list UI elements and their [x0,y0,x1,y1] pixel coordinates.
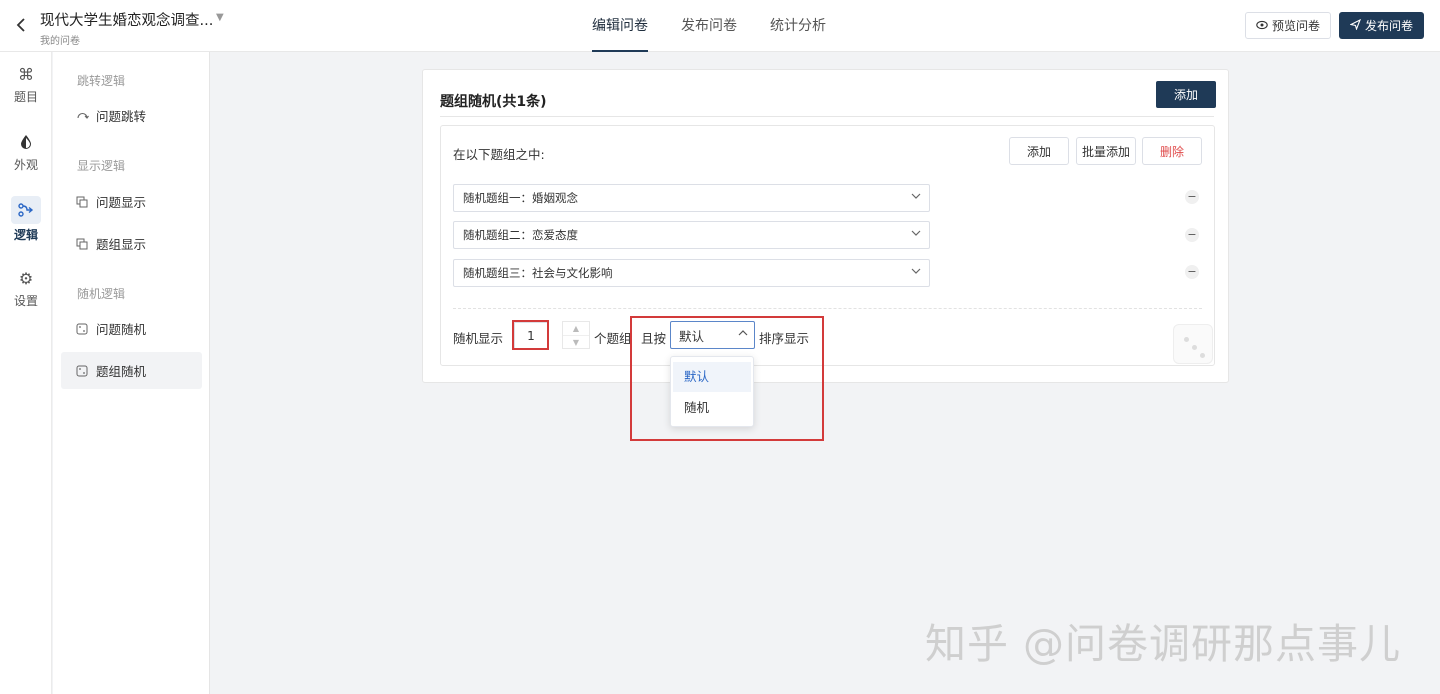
logic-icon [11,196,41,224]
nav-label: 逻辑 [13,228,38,242]
drop-icon [17,134,35,152]
group-select-value: 随机题组三：社会与文化影响 [463,266,613,280]
preview-label: 预览问卷 [1271,19,1320,33]
command-icon: ⌘ [18,65,34,84]
remove-group-icon[interactable]: − [1185,265,1199,279]
copy-icon [75,195,89,209]
chevron-down-icon [911,229,921,240]
gear-icon: ⚙ [18,269,34,288]
breadcrumb[interactable]: 我的问卷 [40,32,80,47]
remove-group-icon[interactable]: − [1185,190,1199,204]
stepper-down-icon[interactable]: ▼ [563,335,589,348]
group-select-3[interactable]: 随机题组三：社会与文化影响 [453,259,930,287]
nav-item-logic[interactable]: 逻辑 [0,196,52,243]
sidebar-item-label: 问题显示 [96,195,147,210]
tab-publish[interactable]: 发布问卷 [681,0,737,52]
delete-button[interactable]: 删除 [1142,137,1202,165]
sidebar-item-question-jump[interactable]: 问题跳转 [61,97,202,134]
nav-item-questions[interactable]: ⌘ 题目 [0,66,52,105]
watermark: 知乎 @问卷调研那点事儿 [925,620,1402,668]
divider [440,116,1214,117]
group-select-2[interactable]: 随机题组二：恋爱态度 [453,221,930,249]
survey-title[interactable]: 现代大学生婚恋观念调查... [40,9,213,30]
sidebar-item-question-random[interactable]: 问题随机 [61,310,202,347]
chevron-down-icon [911,192,921,203]
icon-sidebar: ⌘ 题目 外观 逻辑 ⚙ 设置 [0,52,52,694]
section-jump-logic: 跳转逻辑 [77,74,126,88]
add-rule-button[interactable]: 添加 [1156,81,1216,108]
sidebar-item-group-display[interactable]: 题组显示 [61,225,202,262]
publish-label: 发布问卷 [1364,19,1413,33]
tab-stats[interactable]: 统计分析 [770,0,826,52]
copy-icon [75,237,89,251]
card-title: 题组随机(共1条) [440,94,547,110]
sidebar-item-label: 问题随机 [96,322,147,337]
batch-add-button[interactable]: 批量添加 [1076,137,1136,165]
nav-item-appearance[interactable]: 外观 [0,134,52,173]
count-suffix: 个题组 [594,331,632,346]
dice-decoration-icon [1173,324,1213,364]
section-random-logic: 随机逻辑 [77,287,126,301]
send-icon [1349,18,1362,33]
nav-label: 外观 [13,158,38,172]
rule-panel: 在以下题组之中: 添加 批量添加 删除 随机题组一：婚姻观念 − 随机题组二：恋… [440,125,1215,366]
dice-icon [75,364,89,378]
eye-icon [1256,19,1268,33]
group-select-value: 随机题组二：恋爱态度 [463,228,578,242]
group-select-value: 随机题组一：婚姻观念 [463,191,578,205]
chevron-down-icon [911,267,921,278]
tab-edit[interactable]: 编辑问卷 [592,0,648,52]
publish-button[interactable]: 发布问卷 [1339,12,1424,39]
logic-submenu: 跳转逻辑 问题跳转 显示逻辑 问题显示 题组显示 随机逻辑 问题随机 题组随机 [53,52,210,694]
nav-label: 设置 [13,294,38,308]
preview-button[interactable]: 预览问卷 [1245,12,1331,39]
rule-panel-label: 在以下题组之中: [453,147,545,162]
section-display-logic: 显示逻辑 [77,159,126,173]
stepper-up-icon[interactable]: ▲ [563,322,589,335]
main-tabs: 编辑问卷 发布问卷 统计分析 [592,0,826,52]
sidebar-item-label: 题组显示 [96,237,147,252]
caret-down-icon[interactable]: ▼ [216,12,224,23]
show-prefix: 随机显示 [453,331,504,346]
sidebar-item-label: 题组随机 [96,364,147,379]
sidebar-item-label: 问题跳转 [96,109,147,124]
sidebar-item-question-display[interactable]: 问题显示 [61,183,202,220]
top-header: 现代大学生婚恋观念调查... ▼ 我的问卷 编辑问卷 发布问卷 统计分析 预览问… [0,0,1440,52]
add-group-button[interactable]: 添加 [1009,137,1069,165]
group-select-1[interactable]: 随机题组一：婚姻观念 [453,184,930,212]
sidebar-item-group-random[interactable]: 题组随机 [61,352,202,389]
back-icon[interactable] [14,16,30,34]
nav-item-settings[interactable]: ⚙ 设置 [0,270,52,309]
highlight-box [512,320,549,350]
highlight-box [630,316,824,441]
count-stepper[interactable]: ▲ ▼ [562,321,590,349]
nav-label: 题目 [13,90,38,104]
dice-icon [75,322,89,336]
divider [453,308,1202,309]
jump-icon [75,109,89,123]
remove-group-icon[interactable]: − [1185,228,1199,242]
